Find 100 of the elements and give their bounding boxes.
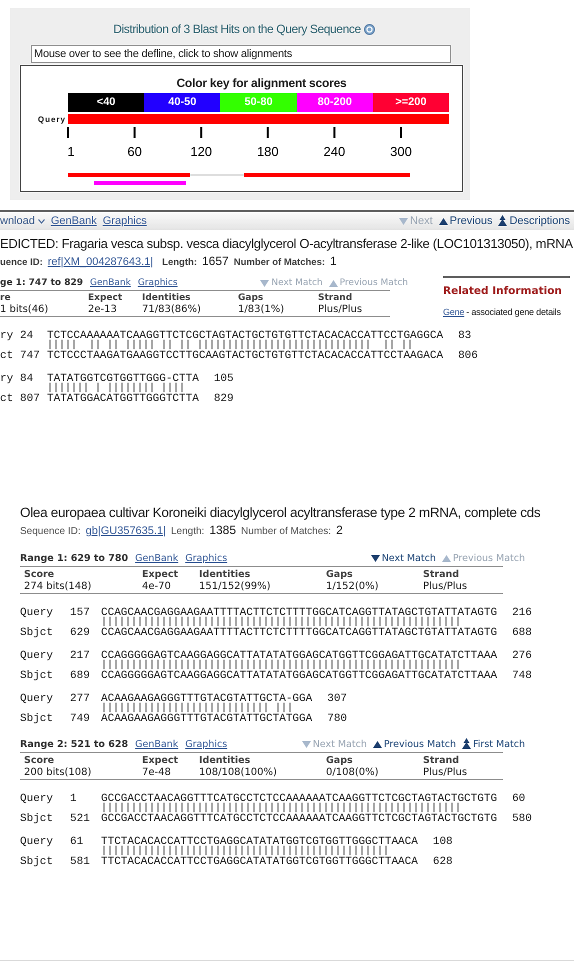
position-number: 24 bbox=[20, 331, 34, 341]
position-number: 521 bbox=[70, 814, 91, 824]
position-number: 749 bbox=[70, 714, 91, 724]
nav-link[interactable]: Descriptions bbox=[509, 215, 570, 227]
row-label: ct bbox=[0, 351, 14, 361]
hit-title: EDICTED: Fragaria vesca subsp. vesca diacylglycerol O-acyltransferase 2-like (LOC101313050), mRNA bbox=[0, 236, 574, 251]
position-number: 276 bbox=[512, 651, 532, 661]
table-cell-text: Plus/Plus bbox=[423, 581, 468, 592]
column-header: Strand bbox=[423, 755, 460, 766]
nav-link[interactable]: Previous bbox=[450, 215, 492, 227]
download-menu[interactable]: wnload bbox=[0, 215, 35, 227]
sequence-id-link[interactable]: ref|XM_004287643.1| bbox=[48, 256, 154, 268]
column-header: Expect bbox=[142, 569, 180, 580]
position-number: 217 bbox=[70, 651, 91, 661]
sequence-text: TCTCCAAAAAATCAAGGTTCTCGCTAGTACTGCTGTGTTCTACACACCATTCCTGAGGCA bbox=[47, 331, 444, 341]
toolbar-link[interactable]: Graphics bbox=[102, 215, 147, 227]
match-line: ||||||| | |||||||| |||| bbox=[47, 384, 186, 394]
column-header: re bbox=[0, 293, 12, 303]
up-triangle-icon[interactable] bbox=[372, 740, 382, 748]
position-number: 1 bbox=[70, 794, 78, 804]
row-label: ct bbox=[0, 394, 14, 404]
position-number: 108 bbox=[432, 837, 453, 847]
tick-mark bbox=[134, 127, 136, 138]
double-triangle-icon[interactable] bbox=[498, 215, 508, 227]
position-number: 780 bbox=[327, 714, 348, 724]
position-number: 277 bbox=[70, 694, 91, 704]
toolbar-link[interactable]: GenBank bbox=[50, 215, 97, 227]
position-number: 628 bbox=[432, 857, 453, 867]
field-label: Number of Matches: bbox=[241, 526, 332, 537]
column-header: Gaps bbox=[326, 755, 354, 766]
range-label: ge 1: 747 to 829 bbox=[0, 278, 83, 288]
column-header: Expect bbox=[88, 293, 124, 303]
position-number: 580 bbox=[512, 814, 532, 824]
table-cell-text: 108/108(100%) bbox=[199, 767, 278, 778]
position-number: 61 bbox=[70, 837, 84, 847]
field-label: uence ID: bbox=[0, 257, 43, 268]
tick-mark bbox=[266, 127, 269, 138]
position-number: 157 bbox=[70, 608, 91, 618]
hit-title: Olea europaea cultivar Koroneiki diacylglycerol acyltransferase type 2 mRNA, complete cds bbox=[20, 505, 542, 520]
table-cell-text: 4e-70 bbox=[142, 581, 172, 592]
range-link[interactable]: GenBank bbox=[135, 738, 178, 750]
field-label: Length: bbox=[162, 257, 197, 268]
defline-box: Mouse over to see the defline, click to show alignments bbox=[31, 45, 451, 63]
related-title: Related Information bbox=[443, 285, 563, 297]
column-header: Identities bbox=[199, 755, 252, 766]
position-number: 83 bbox=[458, 331, 472, 341]
table-cell-text: 7e-48 bbox=[142, 767, 172, 778]
row-label: Query bbox=[20, 694, 54, 704]
position-number: 581 bbox=[70, 857, 91, 867]
position-number: 629 bbox=[70, 628, 91, 638]
tick-label: 120 bbox=[190, 144, 212, 159]
tick-label: 1 bbox=[67, 144, 75, 159]
position-number: 747 bbox=[20, 351, 41, 361]
tick-mark bbox=[400, 127, 402, 138]
sequence-text: ACAAGAAGAGGGTTTGTACGTATTGCTATGGA bbox=[101, 714, 312, 724]
sequence-text: CCAGCAACGAGGAAGAATTTTACTTCTCTTTTGGCATCAGGTTATAGCTGTATTATAGTG bbox=[101, 608, 498, 618]
match-nav-link[interactable]: Previous Match bbox=[384, 738, 456, 750]
match-nav-link[interactable]: Next Match bbox=[382, 553, 436, 564]
position-number: 307 bbox=[327, 694, 348, 704]
tick-label: 300 bbox=[390, 144, 412, 159]
field-label: Number of Matches: bbox=[234, 257, 326, 268]
position-number: 688 bbox=[512, 628, 532, 638]
row-label: ry bbox=[0, 374, 14, 384]
position-number: 216 bbox=[512, 608, 532, 618]
column-header: Strand bbox=[423, 569, 460, 580]
color-key-segment: 50-80 bbox=[220, 93, 297, 112]
double-triangle-icon[interactable] bbox=[462, 738, 471, 750]
up-triangle-icon[interactable] bbox=[438, 216, 448, 226]
color-key-segment: 40-50 bbox=[144, 93, 220, 112]
field-label: Length: bbox=[170, 526, 204, 537]
table-cell-text: 71/83(86%) bbox=[142, 304, 202, 315]
graphic-title: Distribution of 3 Blast Hits on the Query Sequence bbox=[113, 22, 361, 36]
tick-label: 60 bbox=[127, 144, 142, 159]
range-link[interactable]: Graphics bbox=[185, 553, 228, 564]
column-header: Expect bbox=[142, 755, 180, 766]
gene-link[interactable]: Gene bbox=[443, 307, 464, 317]
down-triangle-icon[interactable] bbox=[370, 554, 380, 563]
hit-bars-drawing[interactable] bbox=[68, 172, 410, 186]
column-header: Strand bbox=[318, 293, 354, 303]
field-value: 1657 bbox=[202, 254, 229, 268]
help-icon[interactable] bbox=[364, 24, 375, 34]
range-link[interactable]: GenBank bbox=[90, 278, 131, 288]
position-number: 748 bbox=[512, 671, 532, 681]
field-label: Sequence ID: bbox=[20, 526, 81, 537]
range-link[interactable]: Graphics bbox=[138, 278, 178, 288]
column-header: Score bbox=[24, 755, 56, 766]
caret-icon[interactable] bbox=[38, 218, 45, 224]
table-cell-text: 2e-13 bbox=[88, 304, 118, 315]
sequence-text: CCAGGGGGAGTCAAGGAGGCATTATATATGGAGCATGGTTCGGAGATTGCATATCTTAAA bbox=[101, 651, 498, 661]
range-link[interactable]: GenBank bbox=[135, 553, 178, 564]
column-header: Identities bbox=[142, 293, 192, 303]
sequence-text: CCAGCAACGAGGAAGAATTTTACTTCTCTTTTGGCATCAGGTTATAGCTGTATTATAGTG bbox=[101, 628, 498, 638]
row-label: Sbjct bbox=[20, 671, 54, 681]
sequence-id-link[interactable]: gb|GU357635.1| bbox=[86, 525, 166, 537]
position-number: 105 bbox=[214, 374, 234, 384]
row-label: Query bbox=[20, 651, 54, 661]
position-number: 60 bbox=[512, 794, 526, 804]
table-cell-text: 1 bits(46) bbox=[0, 304, 50, 315]
range-link[interactable]: Graphics bbox=[185, 738, 228, 750]
match-nav-link[interactable]: First Match bbox=[473, 738, 525, 750]
